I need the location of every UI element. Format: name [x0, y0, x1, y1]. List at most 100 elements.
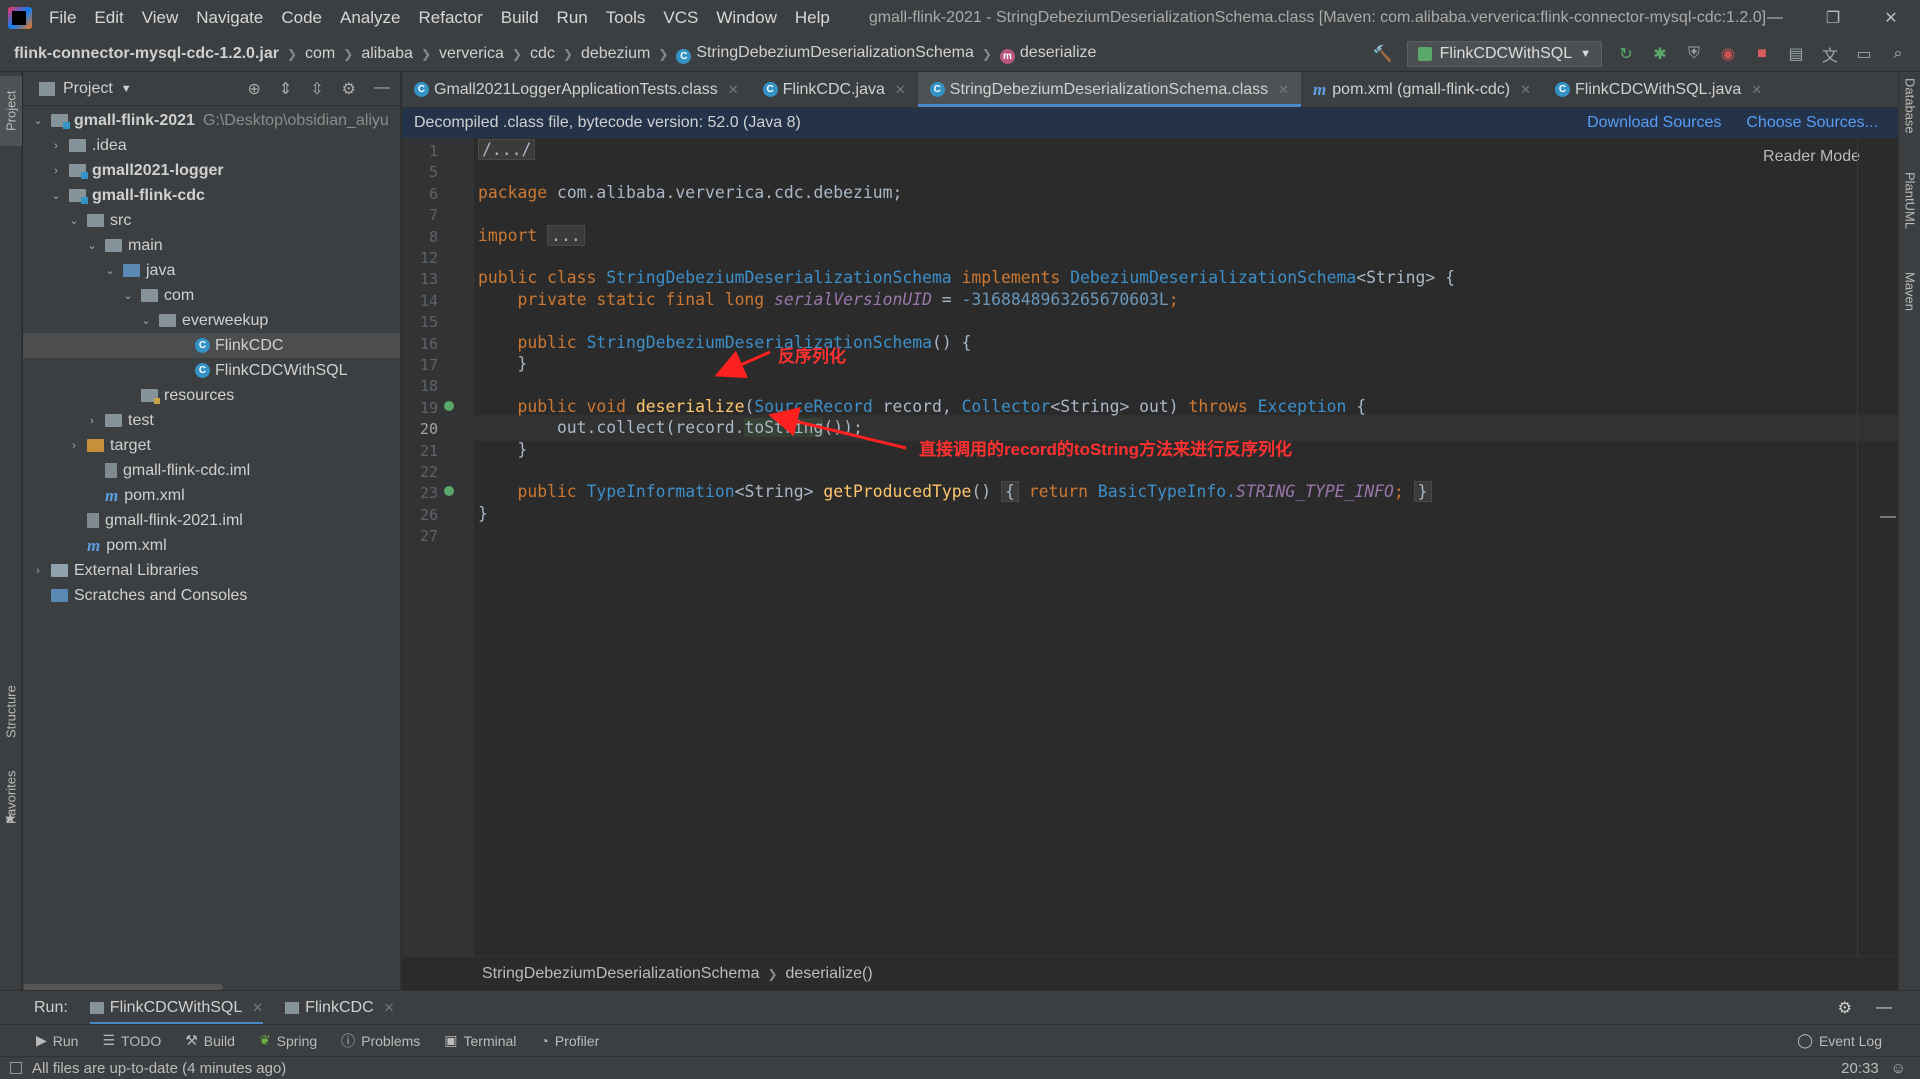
editor-tab-pom-xml-gmall-flink-cdc-[interactable]: m pom.xml (gmall-flink-cdc) ✕ [1301, 72, 1543, 107]
chevron-down-icon[interactable]: ⌄ [121, 289, 135, 302]
close-tab-icon[interactable]: ✕ [728, 82, 739, 98]
breadcrumb-com[interactable]: com [305, 45, 335, 63]
tree-item-resources[interactable]: resources [23, 383, 400, 408]
fold-open[interactable]: { [1001, 481, 1019, 503]
settings-gear-icon[interactable]: ⚙ [1838, 998, 1852, 1018]
override-marker-icon[interactable] [444, 400, 454, 411]
menu-file[interactable]: File [40, 0, 85, 36]
breadcrumb-class[interactable]: C StringDebeziumDeserializationSchema [676, 44, 974, 64]
tool-build[interactable]: ⚒ Build [185, 1032, 235, 1049]
window-layout-icon[interactable]: ▭ [1854, 44, 1874, 64]
tree-item-scratches-and-consoles[interactable]: Scratches and Consoles [23, 583, 400, 608]
chevron-right-icon[interactable]: › [67, 440, 81, 452]
database-tool-tab[interactable]: Database [1899, 78, 1920, 168]
tree-item-everweekup[interactable]: ⌄ everweekup [23, 308, 400, 333]
run-tab-flinkcdc[interactable]: FlinkCDC ✕ [285, 991, 395, 1025]
chevron-down-icon[interactable]: ⌄ [49, 189, 63, 202]
run-tab-flinkcdcwithsql[interactable]: FlinkCDCWithSQL ✕ [89, 991, 264, 1025]
code-editor[interactable]: /.../ package com.alibaba.ververica.cdc.… [474, 138, 1898, 956]
chevron-down-icon[interactable]: ⌄ [139, 314, 153, 327]
tool-spring[interactable]: ❦ Spring [259, 1032, 317, 1049]
menu-navigate[interactable]: Navigate [187, 0, 272, 36]
chevron-right-icon[interactable]: › [85, 415, 99, 427]
breadcrumb-debezium[interactable]: debezium [581, 45, 650, 63]
stop-icon[interactable]: ■ [1752, 44, 1772, 64]
breadcrumb-alibaba[interactable]: alibaba [361, 45, 413, 63]
menu-view[interactable]: View [133, 0, 188, 36]
expand-all-icon[interactable]: ⇕ [279, 79, 292, 99]
editor-tab-flinkcdcwithsql-java[interactable]: C FlinkCDCWithSQL.java ✕ [1543, 72, 1774, 107]
chevron-down-icon[interactable]: ⌄ [67, 214, 81, 227]
tool-run[interactable]: ▶ Run [36, 1032, 78, 1049]
collapse-all-icon[interactable]: ⇳ [310, 79, 323, 99]
tree-item-target[interactable]: › target [23, 433, 400, 458]
override-marker-icon[interactable] [444, 486, 454, 497]
tool-problems[interactable]: ⓘ Problems [341, 1031, 420, 1051]
chevron-down-icon[interactable]: ⌄ [31, 114, 45, 127]
plantuml-tool-tab[interactable]: PlantUML [1899, 172, 1920, 262]
editor-crumb-method[interactable]: deserialize() [786, 965, 873, 983]
editor-crumb-class[interactable]: StringDebeziumDeserializationSchema [482, 965, 759, 983]
status-toggle-icon[interactable] [10, 1062, 22, 1074]
menu-code[interactable]: Code [272, 0, 331, 36]
chevron-right-icon[interactable]: › [49, 140, 63, 152]
breadcrumb-cdc[interactable]: cdc [530, 45, 555, 63]
hide-panel-icon[interactable]: — [374, 79, 390, 99]
tree-item-gmall-flink-2021-iml[interactable]: gmall-flink-2021.iml [23, 508, 400, 533]
menu-help[interactable]: Help [786, 0, 839, 36]
project-tool-tab[interactable]: Project [0, 76, 22, 146]
tree-item--idea[interactable]: › .idea [23, 133, 400, 158]
tree-item-src[interactable]: ⌄ src [23, 208, 400, 233]
menu-tools[interactable]: Tools [597, 0, 655, 36]
locate-file-icon[interactable]: ⊕ [247, 79, 260, 99]
maven-tool-tab[interactable]: Maven [1899, 272, 1920, 352]
menu-build[interactable]: Build [492, 0, 548, 36]
download-sources-link[interactable]: Download Sources [1587, 114, 1721, 132]
close-tab-icon[interactable]: ✕ [895, 82, 906, 98]
close-tab-icon[interactable]: ✕ [1278, 82, 1289, 98]
rerun-icon[interactable]: ↻ [1616, 44, 1636, 64]
chevron-down-icon[interactable]: ⌄ [103, 264, 117, 277]
translate-icon[interactable]: 文 [1820, 44, 1840, 65]
tree-item-external-libraries[interactable]: › External Libraries [23, 558, 400, 583]
coverage-shield-icon[interactable]: ⛨ [1684, 44, 1704, 64]
project-view-select[interactable]: Project [63, 80, 113, 98]
restore-icon[interactable]: ❐ [1804, 0, 1862, 36]
settings-gear-icon[interactable]: ⚙ [342, 79, 356, 99]
tree-item-pom-xml[interactable]: m pom.xml [23, 483, 400, 508]
menu-run[interactable]: Run [548, 0, 597, 36]
reader-mode-toggle[interactable]: Reader Mode [1763, 148, 1860, 166]
editor-tab-stringdebeziumdeserializationschema-class[interactable]: C StringDebeziumDeserializationSchema.cla… [917, 72, 1302, 107]
menu-refactor[interactable]: Refactor [409, 0, 491, 36]
tool-todo[interactable]: ☰ TODO [102, 1032, 161, 1049]
breadcrumb-ververica[interactable]: ververica [439, 45, 504, 63]
fold-close[interactable]: } [1413, 481, 1432, 503]
tree-item-flinkcdcwithsql[interactable]: C FlinkCDCWithSQL [23, 358, 400, 383]
run-configuration-select[interactable]: FlinkCDCWithSQL ▼ [1406, 41, 1602, 67]
chevron-down-icon[interactable]: ▼ [121, 83, 132, 95]
tree-item-pom-xml[interactable]: m pom.xml [23, 533, 400, 558]
tree-item-gmall-flink-2021[interactable]: ⌄ gmall-flink-2021 G:\Desktop\obsidian_ali… [23, 108, 400, 133]
tree-item-gmall-flink-cdc[interactable]: ⌄ gmall-flink-cdc [23, 183, 400, 208]
menu-analyze[interactable]: Analyze [331, 0, 409, 36]
tree-item-java[interactable]: ⌄ java [23, 258, 400, 283]
editor-tab-flinkcdc-java[interactable]: C FlinkCDC.java ✕ [751, 72, 918, 107]
tree-item-main[interactable]: ⌄ main [23, 233, 400, 258]
menu-vcs[interactable]: VCS [654, 0, 707, 36]
close-tab-icon[interactable]: ✕ [1520, 82, 1531, 98]
editor-tab-gmall2021loggerapplicationtests-class[interactable]: C Gmall2021LoggerApplicationTests.class ✕ [402, 72, 751, 107]
close-icon[interactable]: ✕ [252, 1000, 263, 1016]
menu-window[interactable]: Window [707, 0, 785, 36]
profile-icon[interactable]: ◉ [1718, 44, 1738, 64]
tool-terminal[interactable]: ▣ Terminal [444, 1032, 516, 1049]
project-structure-icon[interactable]: ▤ [1786, 44, 1806, 64]
tool-profiler[interactable]: ◔ Profiler [540, 1033, 599, 1049]
tree-item-test[interactable]: › test [23, 408, 400, 433]
structure-tool-tab[interactable]: Structure [0, 672, 22, 752]
close-window-icon[interactable]: ✕ [1862, 0, 1920, 36]
hide-panel-icon[interactable]: — [1876, 999, 1892, 1017]
inspector-icon[interactable]: ☺ [1891, 1060, 1906, 1077]
debug-bug-icon[interactable]: ✱ [1650, 44, 1670, 64]
breadcrumb-jar[interactable]: flink-connector-mysql-cdc-1.2.0.jar [14, 45, 279, 63]
tree-item-gmall2021-logger[interactable]: › gmall2021-logger [23, 158, 400, 183]
